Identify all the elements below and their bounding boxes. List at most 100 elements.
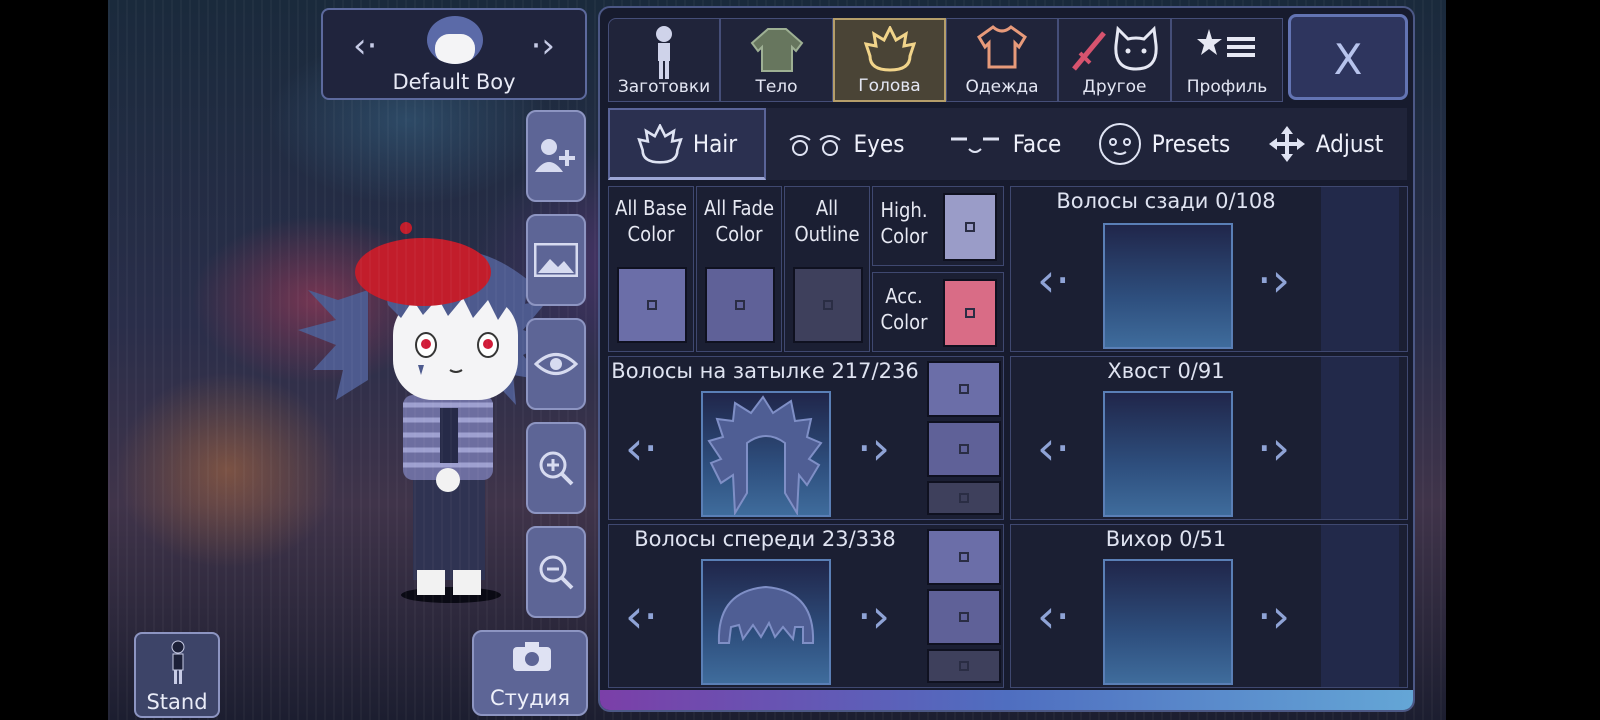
zoom-out-button[interactable]	[526, 526, 586, 618]
background-button[interactable]	[526, 214, 586, 306]
accessory-color[interactable]: Acc. Color	[872, 272, 1004, 352]
character-preview[interactable]	[218, 210, 548, 620]
star-list-icon	[1197, 29, 1255, 57]
tab-head[interactable]: Голова	[833, 18, 946, 102]
subtab-adjust[interactable]: Adjust	[1244, 108, 1407, 180]
toggle-visibility-button[interactable]	[526, 318, 586, 410]
all-fade-color[interactable]: All Fade Color	[696, 186, 782, 352]
next-arrow-icon[interactable]: ·›	[1257, 421, 1290, 475]
all-outline-swatch[interactable]	[793, 267, 863, 343]
prev-arrow-icon[interactable]: ‹·	[625, 589, 658, 643]
character-selector: ‹· ·› Default Boy	[321, 8, 587, 100]
color-label: All Base	[615, 196, 687, 220]
subtab-label: Eyes	[853, 130, 905, 158]
hair-thumbnail-icon	[717, 585, 815, 644]
prev-arrow-icon[interactable]: ‹·	[1037, 589, 1070, 643]
eye-icon	[534, 353, 578, 375]
body-preset-icon	[656, 26, 672, 79]
zoom-out-icon	[539, 555, 574, 590]
front-color-swatch-3[interactable]	[927, 649, 1001, 683]
tab-label: Другое	[1082, 77, 1147, 97]
tab-clothes[interactable]: Одежда	[946, 18, 1058, 102]
image-icon	[534, 243, 578, 277]
prev-arrow-icon[interactable]: ‹·	[1037, 253, 1070, 307]
tail-selector: Хвост 0/91 ‹· ·›	[1010, 356, 1408, 520]
add-person-icon	[535, 139, 575, 172]
stand-button[interactable]: Stand	[134, 632, 220, 718]
subtab-presets[interactable]: Presets	[1084, 108, 1244, 180]
subtab-hair[interactable]: Hair	[608, 108, 766, 180]
back-hair-title: Волосы сзади 0/108	[1056, 189, 1276, 213]
nape-color-swatch-3[interactable]	[927, 481, 1001, 515]
next-arrow-icon[interactable]: ·›	[1257, 589, 1290, 643]
front-color-swatch-2[interactable]	[927, 589, 1001, 645]
front-hair-preview[interactable]	[701, 559, 831, 685]
prev-character-icon[interactable]: ‹·	[353, 26, 377, 66]
tab-label: Заготовки	[617, 77, 711, 97]
color-label: Acc.	[885, 284, 923, 308]
tab-body[interactable]: Тело	[720, 18, 833, 102]
all-outline-color[interactable]: All Outline	[784, 186, 870, 352]
back-hair-preview[interactable]	[1103, 223, 1233, 349]
nape-color-swatch-2[interactable]	[927, 421, 1001, 477]
front-color-swatch-1[interactable]	[927, 529, 1001, 585]
sword-cat-icon	[1071, 25, 1158, 71]
close-icon: X	[1333, 35, 1363, 84]
next-arrow-icon[interactable]: ·›	[1257, 253, 1290, 307]
stand-label: Stand	[146, 690, 208, 714]
next-arrow-icon[interactable]: ·›	[857, 589, 890, 643]
color-label: Outline	[794, 222, 860, 246]
subtab-label: Presets	[1151, 130, 1231, 158]
hair-thumbnail-icon	[707, 395, 823, 517]
all-fade-swatch[interactable]	[705, 267, 775, 343]
add-character-button[interactable]	[526, 110, 586, 202]
next-character-icon[interactable]: ·›	[531, 26, 555, 66]
editor-panel: Заготовки Тело Голова Одежда Другое Проф…	[598, 6, 1415, 712]
color-label: Color	[880, 310, 928, 334]
color-label: Color	[880, 224, 928, 248]
subtab-face[interactable]: Face	[924, 108, 1084, 180]
subtab-label: Adjust	[1315, 130, 1384, 158]
accessory-swatch[interactable]	[943, 279, 997, 347]
tail-preview[interactable]	[1103, 391, 1233, 517]
nape-hair-preview[interactable]	[701, 391, 831, 517]
prev-arrow-icon[interactable]: ‹·	[625, 421, 658, 475]
highlight-color[interactable]: High. Color	[872, 186, 1004, 266]
panel-footer-bar	[600, 690, 1413, 710]
next-arrow-icon[interactable]: ·›	[857, 421, 890, 475]
color-label: Color	[627, 222, 675, 246]
tab-label: Одежда	[965, 77, 1039, 97]
tab-other[interactable]: Другое	[1058, 18, 1171, 102]
studio-label: Студия	[489, 686, 571, 710]
tab-presets[interactable]: Заготовки	[608, 18, 720, 102]
nape-color-swatch-1[interactable]	[927, 361, 1001, 417]
ahoge-selector: Вихор 0/51 ‹· ·›	[1010, 524, 1408, 688]
subtab-label: Hair	[692, 129, 738, 158]
subtab-label: Face	[1012, 130, 1062, 158]
pose-figure-icon	[171, 640, 185, 684]
all-base-swatch[interactable]	[617, 267, 687, 343]
shirt-icon	[977, 25, 1027, 69]
subtab-eyes[interactable]: Eyes	[766, 108, 924, 180]
tab-label: Тело	[755, 77, 798, 97]
move-arrows-icon	[1268, 126, 1305, 162]
tail-title: Хвост 0/91	[1107, 359, 1225, 383]
all-base-color[interactable]: All Base Color	[608, 186, 694, 352]
studio-button[interactable]: Студия	[472, 630, 588, 716]
prev-arrow-icon[interactable]: ‹·	[1037, 421, 1070, 475]
close-button[interactable]: X	[1288, 14, 1408, 100]
tab-profile[interactable]: Профиль	[1171, 18, 1283, 102]
front-hair-selector: Волосы спереди 23/338 ‹· ·›	[608, 524, 1004, 688]
face-icon	[950, 137, 999, 153]
zoom-in-button[interactable]	[526, 422, 586, 514]
front-hair-title: Волосы спереди 23/338	[634, 527, 896, 551]
back-hair-selector: Волосы сзади 0/108 ‹· ·›	[1010, 186, 1408, 352]
character-avatar-icon	[427, 16, 483, 64]
tab-label: Профиль	[1186, 77, 1268, 97]
ahoge-title: Вихор 0/51	[1105, 527, 1227, 551]
ahoge-preview[interactable]	[1103, 559, 1233, 685]
nape-hair-selector: Волосы на затылке 217/236 ‹· ·›	[608, 356, 1004, 520]
face-preset-icon	[1098, 123, 1141, 165]
hair-icon	[637, 123, 683, 164]
highlight-swatch[interactable]	[943, 193, 997, 261]
